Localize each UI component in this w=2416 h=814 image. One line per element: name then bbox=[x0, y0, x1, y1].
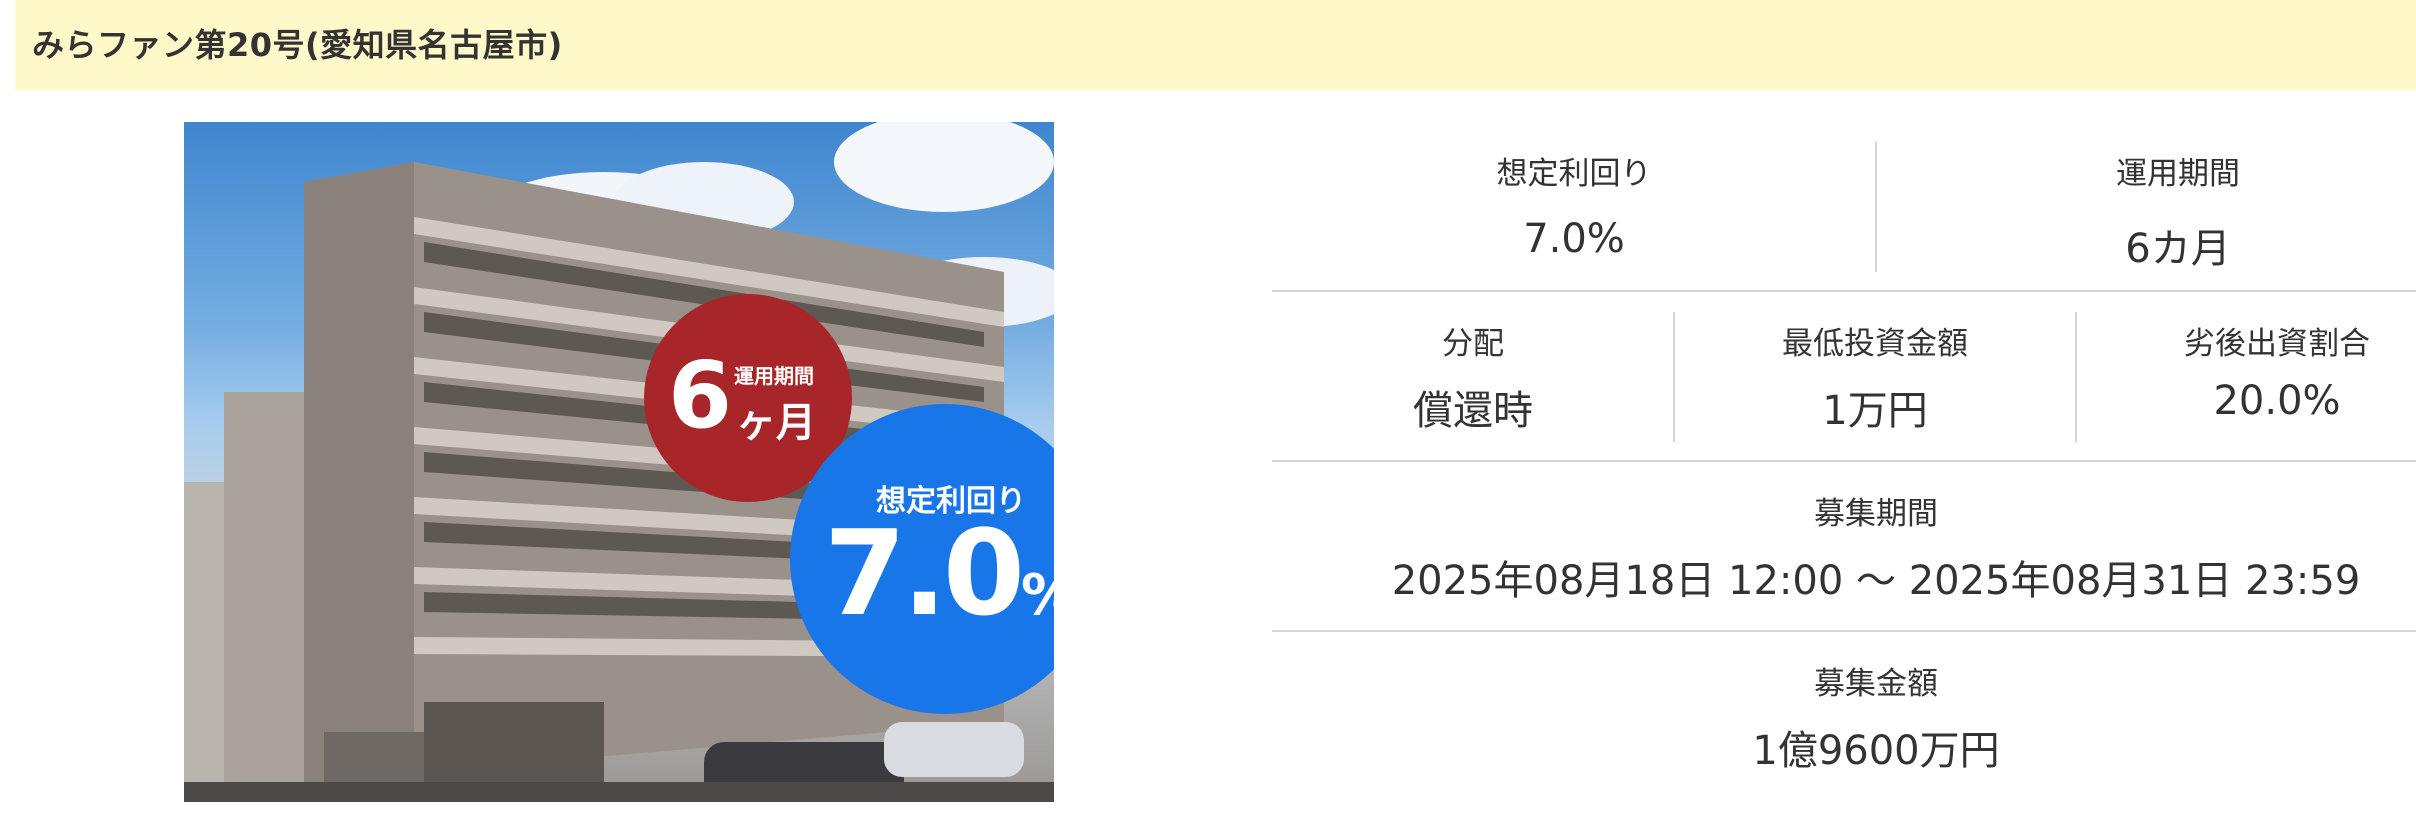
subordinated-ratio-label: 劣後出資割合 bbox=[2184, 326, 2370, 362]
expected-yield-value: 7.0% bbox=[1523, 216, 1625, 262]
details-row-recruitment-amount: 募集金額 1億9600万円 bbox=[1272, 632, 2416, 802]
period-badge-unit: ヶ月 bbox=[736, 400, 816, 446]
details-row-terms: 分配 償還時 最低投資金額 1万円 劣後出資割合 20.0% bbox=[1272, 292, 2416, 460]
recruitment-amount-label: 募集金額 bbox=[1814, 666, 1938, 702]
distribution-value: 償還時 bbox=[1413, 388, 1533, 434]
operation-period-label: 運用期間 bbox=[2116, 156, 2240, 192]
details-row-recruitment-period: 募集期間 2025年08月18日 12:00 〜 2025年08月31日 23:… bbox=[1272, 462, 2416, 630]
period-badge-caption: 運用期間 bbox=[734, 364, 814, 388]
yield-badge-number: 7.0 bbox=[824, 504, 1025, 642]
expected-yield-label: 想定利回り bbox=[1496, 156, 1652, 192]
minimum-investment-label: 最低投資金額 bbox=[1782, 326, 1968, 362]
distribution-label: 分配 bbox=[1442, 326, 1504, 362]
minimum-investment-value: 1万円 bbox=[1822, 388, 1928, 434]
subordinated-ratio-value: 20.0% bbox=[2213, 378, 2341, 424]
recruitment-period-label: 募集期間 bbox=[1814, 496, 1938, 532]
property-image: 6 運用期間 ヶ月 想定利回り 7.0% bbox=[184, 122, 1054, 802]
project-title: みらファン第20号(愛知県名古屋市) bbox=[32, 26, 563, 64]
recruitment-amount-value: 1億9600万円 bbox=[1752, 728, 2000, 774]
yield-badge-value: 7.0% bbox=[824, 514, 1054, 632]
details-row-yield-period: 想定利回り 7.0% 運用期間 6カ月 bbox=[1272, 122, 2416, 290]
project-title-bar: みらファン第20号(愛知県名古屋市) bbox=[15, 0, 2416, 90]
recruitment-period-value: 2025年08月18日 12:00 〜 2025年08月31日 23:59 bbox=[1391, 558, 2361, 604]
yield-badge-unit: % bbox=[1021, 563, 1054, 628]
operation-period-value: 6カ月 bbox=[2125, 226, 2231, 272]
period-badge-number: 6 bbox=[668, 342, 733, 449]
